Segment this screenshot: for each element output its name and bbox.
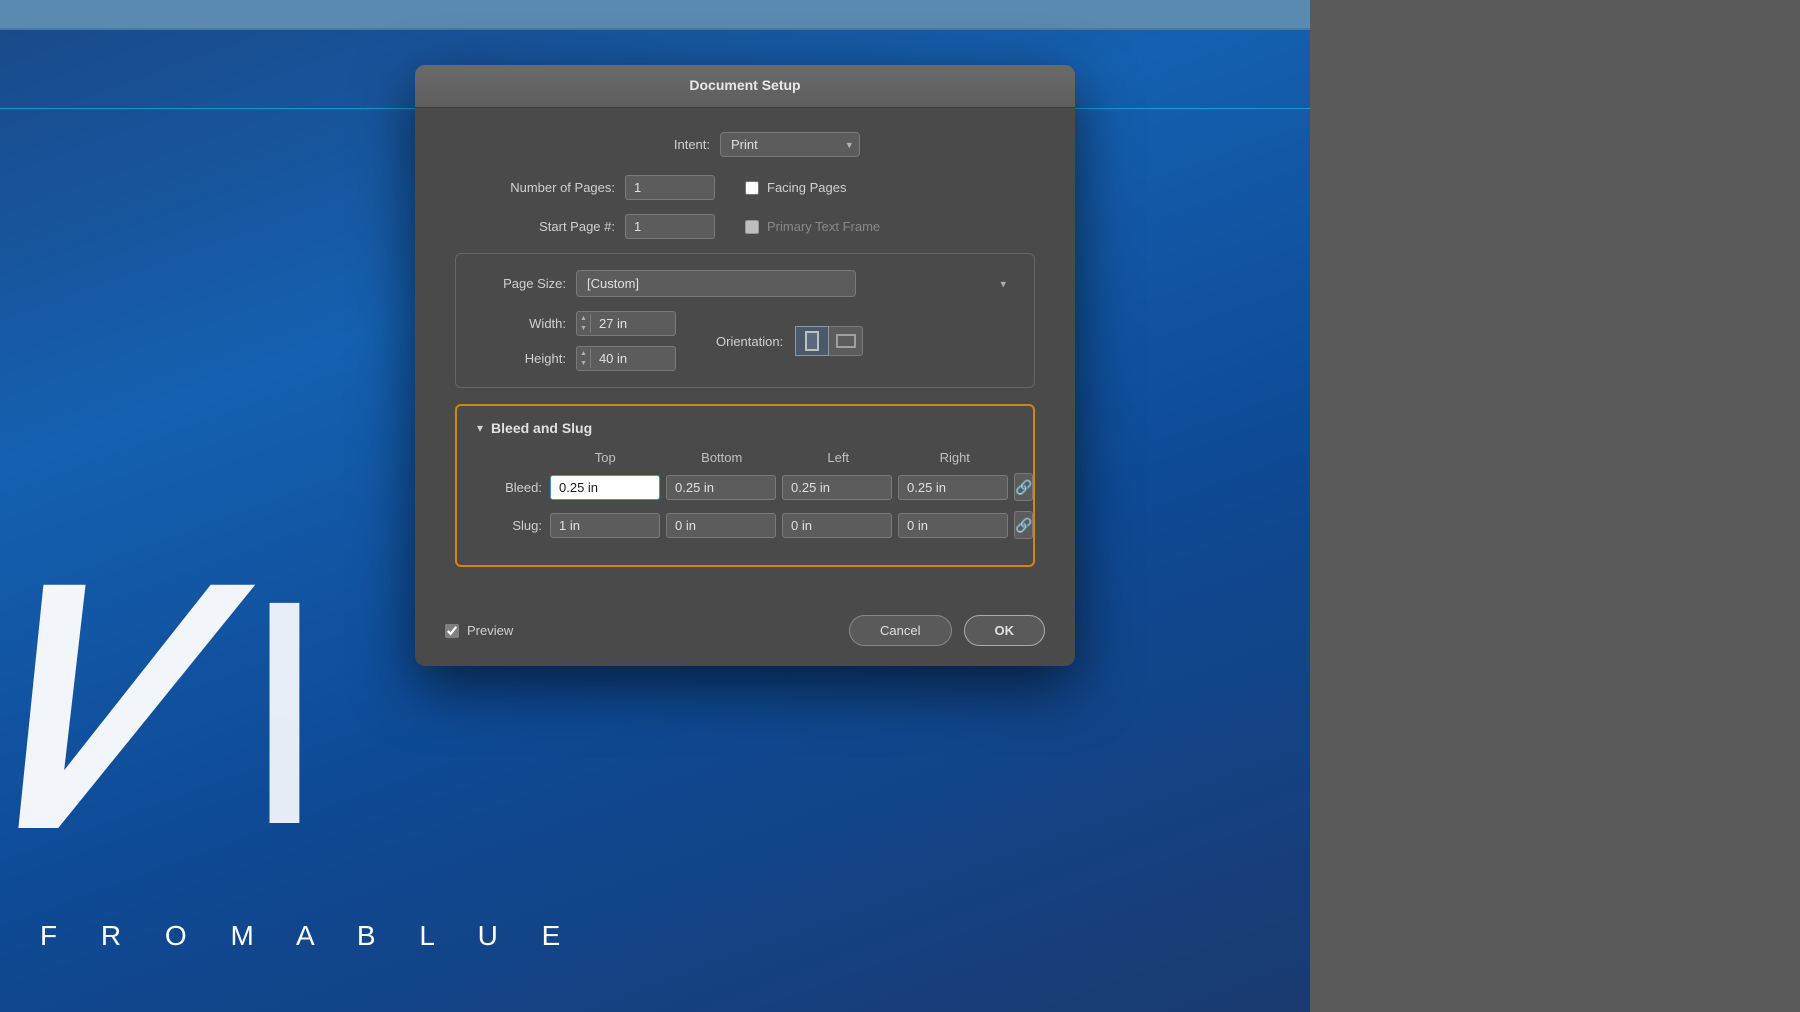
slug-chain-button[interactable]: 🔗: [1014, 511, 1033, 539]
width-stepper-arrows[interactable]: ▲ ▼: [577, 314, 591, 334]
footer-buttons: Cancel OK: [849, 615, 1045, 646]
intent-dropdown-wrapper: Print Web Mobile ▾: [720, 132, 860, 157]
bleed-slug-header: ▾ Bleed and Slug: [477, 420, 1013, 436]
slug-bottom-input[interactable]: [666, 513, 776, 538]
primary-text-frame-checkbox: [745, 220, 759, 234]
height-value: 40 in: [591, 347, 675, 370]
primary-text-frame-group: Primary Text Frame: [745, 219, 880, 234]
page-size-section: Page Size: [Custom] Letter Legal Tabloid…: [455, 253, 1035, 388]
height-up-arrow[interactable]: ▲: [580, 349, 587, 359]
orientation-group: Orientation:: [716, 326, 863, 356]
dialog-body: Intent: Print Web Mobile ▾ Number of Pag…: [415, 108, 1075, 603]
width-group: Width: ▲ ▼ 27 in: [476, 311, 676, 336]
bleed-row: Bleed: 🔗: [477, 473, 1013, 501]
right-panel: [1310, 0, 1800, 1012]
bleed-slug-title: Bleed and Slug: [491, 420, 592, 436]
dialog-title: Document Setup: [689, 77, 800, 93]
col-header-top: Top: [547, 450, 664, 465]
document-setup-dialog: Document Setup Intent: Print Web Mobile …: [415, 65, 1075, 666]
bleed-bottom-input[interactable]: [666, 475, 776, 500]
letter-i: I: [240, 552, 329, 872]
page-size-row: Page Size: [Custom] Letter Legal Tabloid…: [476, 270, 1014, 297]
pages-facing-row: Number of Pages: Facing Pages: [455, 175, 1035, 200]
slug-left-input[interactable]: [782, 513, 892, 538]
top-bar: [0, 0, 1310, 30]
height-stepper-arrows[interactable]: ▲ ▼: [577, 349, 591, 369]
slug-row: Slug: 🔗: [477, 511, 1013, 539]
slug-right-input[interactable]: [898, 513, 1008, 538]
col-header-bottom: Bottom: [664, 450, 781, 465]
width-stepper[interactable]: ▲ ▼ 27 in: [576, 311, 676, 336]
slug-top-input[interactable]: [550, 513, 660, 538]
facing-pages-checkbox[interactable]: [745, 181, 759, 195]
landscape-icon: [836, 334, 856, 348]
page-size-select[interactable]: [Custom] Letter Legal Tabloid A4 A3: [576, 270, 856, 297]
bleed-top-input[interactable]: [550, 475, 660, 500]
wh-group: Width: ▲ ▼ 27 in Height:: [476, 311, 676, 371]
height-stepper[interactable]: ▲ ▼ 40 in: [576, 346, 676, 371]
height-group: Height: ▲ ▼ 40 in: [476, 346, 676, 371]
bleed-slug-section: ▾ Bleed and Slug Top Bottom Left Right B…: [455, 404, 1035, 567]
number-of-pages-label: Number of Pages:: [455, 180, 615, 195]
width-up-arrow[interactable]: ▲: [580, 314, 587, 324]
bleed-left-input[interactable]: [782, 475, 892, 500]
page-size-dropdown-arrow: ▾: [1000, 277, 1006, 290]
bottom-text: F R O M A B L U E: [40, 920, 578, 952]
bleed-chain-button[interactable]: 🔗: [1014, 473, 1033, 501]
number-of-pages-input[interactable]: [625, 175, 715, 200]
bleed-slug-column-headers: Top Bottom Left Right: [547, 450, 1013, 465]
intent-label: Intent:: [630, 137, 710, 152]
start-page-input[interactable]: [625, 214, 715, 239]
ok-button[interactable]: OK: [964, 615, 1046, 646]
intent-select[interactable]: Print Web Mobile: [720, 132, 860, 157]
bleed-right-input[interactable]: [898, 475, 1008, 500]
preview-label: Preview: [467, 623, 513, 638]
width-down-arrow[interactable]: ▼: [580, 324, 587, 334]
primary-text-frame-label: Primary Text Frame: [767, 219, 880, 234]
orientation-label: Orientation:: [716, 334, 783, 349]
wh-orientation-row: Width: ▲ ▼ 27 in Height:: [476, 311, 1014, 371]
letter-v: 𝑉: [0, 552, 186, 872]
height-label: Height:: [476, 351, 566, 366]
col-header-right: Right: [897, 450, 1014, 465]
width-label: Width:: [476, 316, 566, 331]
landscape-button[interactable]: [829, 326, 863, 356]
page-size-dropdown-wrapper: [Custom] Letter Legal Tabloid A4 A3 ▾: [576, 270, 1014, 297]
preview-group: Preview: [445, 623, 513, 638]
width-value: 27 in: [591, 312, 675, 335]
dialog-titlebar: Document Setup: [415, 65, 1075, 108]
slug-label: Slug:: [477, 518, 542, 533]
cancel-button[interactable]: Cancel: [849, 615, 951, 646]
bleed-label: Bleed:: [477, 480, 542, 495]
height-down-arrow[interactable]: ▼: [580, 359, 587, 369]
facing-pages-group: Facing Pages: [745, 180, 847, 195]
preview-checkbox[interactable]: [445, 624, 459, 638]
dialog-footer: Preview Cancel OK: [415, 603, 1075, 666]
portrait-button[interactable]: [795, 326, 829, 356]
page-size-label: Page Size:: [476, 276, 566, 291]
portrait-icon: [805, 331, 819, 351]
intent-row: Intent: Print Web Mobile ▾: [455, 132, 1035, 157]
col-header-left: Left: [780, 450, 897, 465]
bleed-slug-chevron[interactable]: ▾: [477, 421, 483, 435]
facing-pages-label: Facing Pages: [767, 180, 847, 195]
start-page-row: Start Page #: Primary Text Frame: [455, 214, 1035, 239]
start-page-label: Start Page #:: [455, 219, 615, 234]
